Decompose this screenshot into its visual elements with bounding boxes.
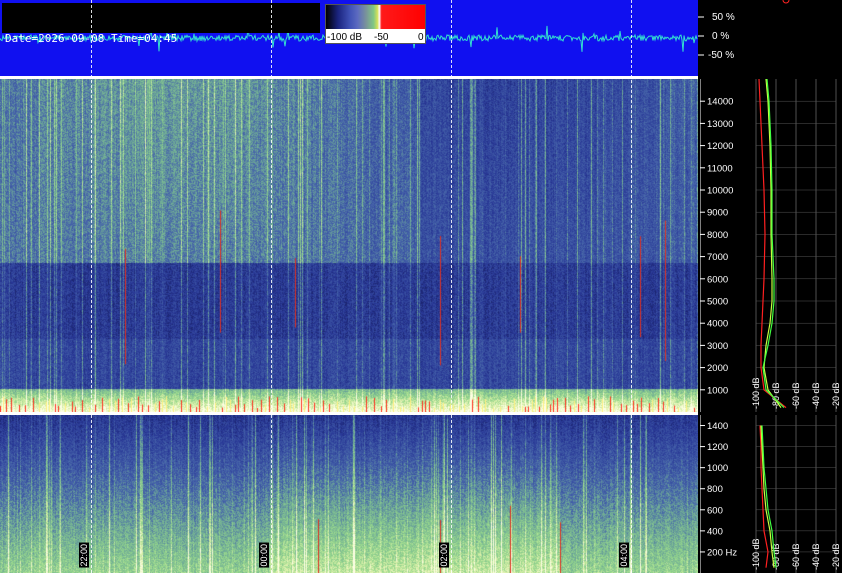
time-label: 00:00	[259, 543, 269, 568]
db-tick-label: -40 dB	[811, 543, 821, 570]
freq-tick-label: 1000	[707, 385, 728, 396]
db-tick-label: -100 dB	[751, 377, 761, 409]
freq-tick-label: 1400	[707, 421, 728, 432]
freq-tick-label: 5000	[707, 297, 728, 308]
waveform-axis: 50 % 0 % -50 %	[698, 0, 842, 78]
db-tick-label: -60 dB	[791, 543, 801, 570]
freq-tick-label: 6000	[707, 274, 728, 285]
freq-tick-label: 12000	[707, 141, 733, 152]
info-box: Date=2026-09-08 Time=04:45 Freq= 1...150…	[2, 3, 320, 87]
freq-tick-label: 4000	[707, 319, 728, 330]
time-gridline	[271, 0, 272, 573]
time-gridline	[631, 0, 632, 573]
freq-tick-label: 10000	[707, 186, 733, 197]
freq-tick-label: 1200	[707, 442, 728, 453]
freq-tick-label: 400	[707, 526, 723, 537]
colorbar-gradient	[326, 5, 425, 29]
time-label: 02:00	[439, 543, 449, 568]
colorbar: -100 dB -50 0	[325, 4, 426, 44]
freq-tick-label: 1000	[707, 463, 728, 474]
spectrum-series-line	[762, 79, 785, 409]
freq-tick-label: 7000	[707, 252, 728, 263]
db-tick-label: -40 dB	[811, 382, 821, 409]
vlf-spectrogram-screen: Date=2026-09-08 Time=04:45 Freq= 1...150…	[0, 0, 842, 573]
freq-tick-label: 800	[707, 484, 723, 495]
db-tick-label: -20 dB	[831, 382, 841, 409]
colorbar-tick: -50	[374, 32, 389, 43]
time-gridline	[91, 0, 92, 573]
time-label: 04:00	[619, 543, 629, 568]
freq-tick-label: 8000	[707, 230, 728, 241]
db-tick-label: -20 dB	[831, 543, 841, 570]
freq-tick-label: 600	[707, 505, 723, 516]
freq-tick-label: 13000	[707, 119, 733, 130]
db-tick-label: -60 dB	[791, 382, 801, 409]
spectrum-profile-low-band: -100 dB -80 dB -60 dB -40 dB -20 dB200 Hz400…	[700, 415, 842, 573]
spectrum-profile-full-band: -100 dB -80 dB -60 dB -40 dB -20 dB100020003…	[700, 79, 842, 412]
freq-tick-label: 3000	[707, 341, 728, 352]
freq-tick-label: 11000	[707, 163, 733, 174]
time-gridline	[451, 0, 452, 573]
db-tick-label: -100 dB	[751, 538, 761, 570]
freq-tick-label: 14000	[707, 97, 733, 108]
freq-tick-label: 9000	[707, 208, 728, 219]
time-label: 22:00	[79, 543, 89, 568]
freq-tick-label: 200 Hz	[707, 547, 737, 558]
freq-tick-label: 2000	[707, 363, 728, 374]
colorbar-tick: -100 dB	[327, 32, 363, 43]
spectrogram-full-band	[0, 79, 698, 412]
spectrogram-low-band	[0, 415, 698, 573]
colorbar-tick: 0	[418, 32, 424, 43]
